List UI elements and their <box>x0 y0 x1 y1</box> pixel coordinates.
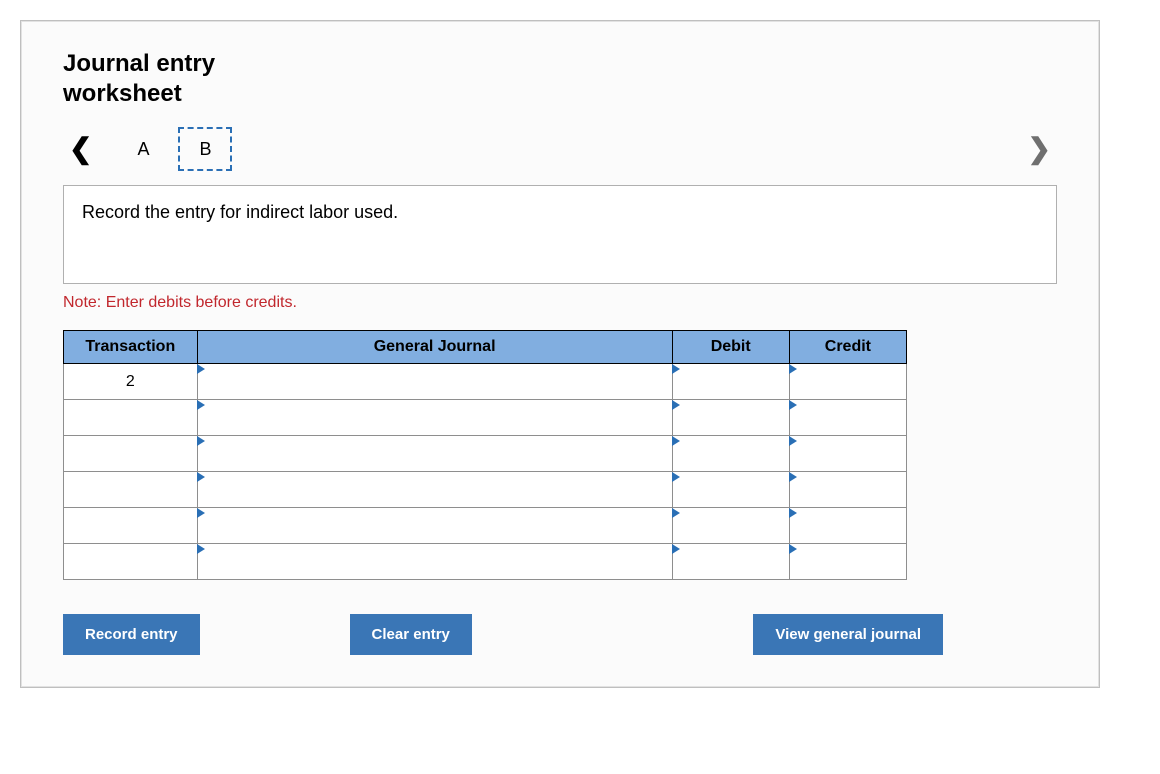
table-row <box>64 508 907 544</box>
next-arrow-icon[interactable]: ❯ <box>1022 135 1057 163</box>
table-row: 2 <box>64 364 907 400</box>
prev-arrow-icon[interactable]: ❮ <box>63 135 98 163</box>
title-line-2: worksheet <box>63 80 182 107</box>
table-row <box>64 400 907 436</box>
cell-credit[interactable] <box>789 364 906 400</box>
col-header-general-journal: General Journal <box>197 331 672 364</box>
cell-transaction[interactable] <box>64 508 198 544</box>
table-header-row: Transaction General Journal Debit Credit <box>64 331 907 364</box>
dropdown-flag-icon <box>672 508 680 518</box>
dropdown-flag-icon <box>789 364 797 374</box>
cell-transaction[interactable] <box>64 436 198 472</box>
cell-general-journal[interactable] <box>197 364 672 400</box>
button-row: Record entry Clear entry View general jo… <box>63 614 943 655</box>
cell-general-journal[interactable] <box>197 436 672 472</box>
cell-transaction[interactable] <box>64 544 198 580</box>
table-row <box>64 544 907 580</box>
dropdown-flag-icon <box>672 400 680 410</box>
spacer <box>472 614 753 655</box>
cell-debit[interactable] <box>672 436 789 472</box>
tab-b[interactable]: B <box>178 127 232 171</box>
dropdown-flag-icon <box>789 544 797 554</box>
cell-general-journal[interactable] <box>197 508 672 544</box>
tab-a[interactable]: A <box>116 127 170 171</box>
table-row <box>64 436 907 472</box>
cell-credit[interactable] <box>789 472 906 508</box>
dropdown-flag-icon <box>672 472 680 482</box>
cell-debit[interactable] <box>672 364 789 400</box>
dropdown-flag-icon <box>672 364 680 374</box>
page-title: Journal entry worksheet <box>63 49 1057 109</box>
col-header-debit: Debit <box>672 331 789 364</box>
journal-worksheet-panel: Journal entry worksheet ❮ A B ❯ Record t… <box>20 20 1100 688</box>
col-header-transaction: Transaction <box>64 331 198 364</box>
dropdown-flag-icon <box>789 508 797 518</box>
entry-prompt: Record the entry for indirect labor used… <box>63 185 1057 284</box>
dropdown-flag-icon <box>789 436 797 446</box>
dropdown-flag-icon <box>197 436 205 446</box>
cell-general-journal[interactable] <box>197 400 672 436</box>
table-body: 2 <box>64 364 907 580</box>
table-row <box>64 472 907 508</box>
cell-debit[interactable] <box>672 472 789 508</box>
dropdown-flag-icon <box>789 400 797 410</box>
cell-debit[interactable] <box>672 544 789 580</box>
note-text: Note: Enter debits before credits. <box>63 294 1057 312</box>
title-line-1: Journal entry <box>63 50 215 77</box>
dropdown-flag-icon <box>197 544 205 554</box>
cell-debit[interactable] <box>672 400 789 436</box>
cell-debit[interactable] <box>672 508 789 544</box>
cell-credit[interactable] <box>789 400 906 436</box>
cell-transaction[interactable] <box>64 472 198 508</box>
dropdown-flag-icon <box>197 472 205 482</box>
tab-nav-left: ❮ A B <box>63 127 232 171</box>
dropdown-flag-icon <box>672 436 680 446</box>
cell-general-journal[interactable] <box>197 472 672 508</box>
view-general-journal-button[interactable]: View general journal <box>753 614 943 655</box>
dropdown-flag-icon <box>672 544 680 554</box>
cell-credit[interactable] <box>789 544 906 580</box>
spacer <box>200 614 350 655</box>
cell-credit[interactable] <box>789 508 906 544</box>
dropdown-flag-icon <box>789 472 797 482</box>
dropdown-flag-icon <box>197 364 205 374</box>
clear-entry-button[interactable]: Clear entry <box>350 614 472 655</box>
cell-general-journal[interactable] <box>197 544 672 580</box>
cell-transaction[interactable]: 2 <box>64 364 198 400</box>
col-header-credit: Credit <box>789 331 906 364</box>
cell-credit[interactable] <box>789 436 906 472</box>
dropdown-flag-icon <box>197 508 205 518</box>
tab-nav-row: ❮ A B ❯ <box>63 127 1057 171</box>
cell-transaction[interactable] <box>64 400 198 436</box>
dropdown-flag-icon <box>197 400 205 410</box>
record-entry-button[interactable]: Record entry <box>63 614 200 655</box>
journal-table: Transaction General Journal Debit Credit… <box>63 330 907 580</box>
